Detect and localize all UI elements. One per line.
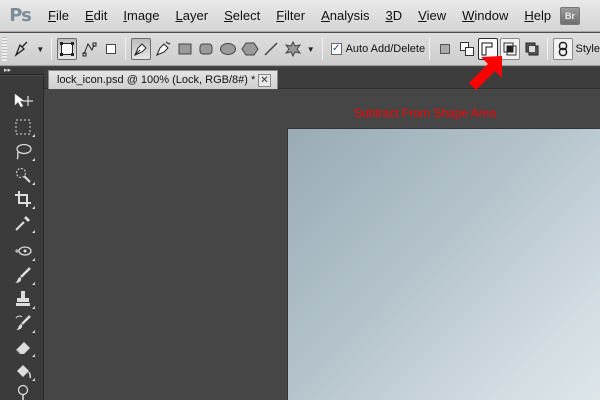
pen-tool-icon[interactable] — [131, 38, 152, 60]
separator — [51, 38, 53, 60]
tools-panel-collapse-button[interactable]: ▸▸ — [0, 67, 44, 75]
separator — [321, 38, 323, 60]
menu-layer[interactable]: Layer — [168, 0, 217, 32]
brush-tool-icon[interactable] — [11, 264, 35, 286]
menu-analysis[interactable]: Analysis — [313, 0, 377, 32]
close-tab-icon[interactable]: ✕ — [258, 74, 271, 87]
clone-stamp-tool-icon[interactable] — [11, 288, 35, 310]
shape-layers-mode-icon[interactable] — [57, 38, 78, 60]
lasso-tool-icon[interactable] — [11, 140, 35, 162]
document-tab-title: lock_icon.psd @ 100% (Lock, RGB/8#) * — [57, 74, 256, 86]
menu-edit[interactable]: Edit — [77, 0, 115, 32]
separator — [546, 38, 548, 60]
fill-pixels-mode-icon[interactable] — [101, 38, 121, 60]
history-brush-tool-icon[interactable] — [11, 312, 35, 334]
menu-help[interactable]: Help — [516, 0, 559, 32]
eraser-tool-icon[interactable] — [11, 336, 35, 358]
menu-3d[interactable]: 3D — [378, 0, 411, 32]
separator — [125, 38, 127, 60]
create-new-shape-layer-icon[interactable] — [435, 38, 455, 60]
paths-mode-icon[interactable] — [79, 38, 99, 60]
document-canvas[interactable] — [287, 128, 600, 400]
marquee-tool-icon[interactable] — [11, 116, 35, 138]
menu-file[interactable]: File — [40, 0, 77, 32]
quick-selection-tool-icon[interactable] — [11, 164, 35, 186]
menu-window[interactable]: Window — [454, 0, 516, 32]
tools-panel — [0, 76, 44, 400]
rectangle-tool-icon[interactable] — [175, 38, 195, 60]
dodge-tool-icon[interactable] — [11, 382, 35, 400]
menu-select[interactable]: Select — [216, 0, 268, 32]
line-tool-icon[interactable] — [262, 38, 282, 60]
ellipse-tool-icon[interactable] — [218, 38, 238, 60]
polygon-tool-icon[interactable] — [240, 38, 260, 60]
menu-view[interactable]: View — [410, 0, 454, 32]
eyedropper-tool-icon[interactable] — [11, 212, 35, 234]
rounded-rectangle-tool-icon[interactable] — [197, 38, 217, 60]
custom-shape-tool-icon[interactable] — [283, 38, 303, 60]
exclude-overlapping-shape-areas-icon[interactable] — [522, 38, 542, 60]
spot-healing-tool-icon[interactable] — [11, 240, 35, 262]
photoshop-logo: Ps — [9, 5, 32, 26]
link-layer-style-icon[interactable] — [552, 38, 573, 60]
tool-preset-dropdown-icon[interactable]: ▼ — [36, 45, 44, 54]
document-tab-bar: lock_icon.psd @ 100% (Lock, RGB/8#) * ✕ — [44, 67, 600, 89]
move-tool-icon[interactable] — [11, 90, 35, 112]
separator — [429, 38, 431, 60]
menu-filter[interactable]: Filter — [268, 0, 313, 32]
menu-bar: Ps File Edit Image Layer Select Filter A… — [0, 0, 600, 32]
tool-preset-pen-icon[interactable] — [12, 38, 32, 60]
menu-image[interactable]: Image — [115, 0, 167, 32]
shape-options-dropdown-icon[interactable]: ▼ — [307, 45, 315, 54]
style-label: Style — [575, 43, 600, 55]
annotation-arrow-icon — [469, 56, 502, 90]
crop-tool-icon[interactable] — [11, 188, 35, 210]
paint-bucket-tool-icon[interactable] — [11, 360, 35, 382]
auto-add-delete-checkbox[interactable]: ✓ — [330, 43, 342, 55]
bridge-button[interactable]: Br — [560, 6, 580, 25]
freeform-pen-tool-icon[interactable] — [153, 38, 173, 60]
options-bar-grip[interactable] — [2, 37, 8, 61]
annotation-label: Subtract From Shape Area — [354, 106, 497, 120]
document-workspace — [44, 90, 600, 400]
auto-add-delete-label: Auto Add/Delete — [345, 43, 426, 55]
document-tab[interactable]: lock_icon.psd @ 100% (Lock, RGB/8#) * ✕ — [48, 70, 278, 89]
